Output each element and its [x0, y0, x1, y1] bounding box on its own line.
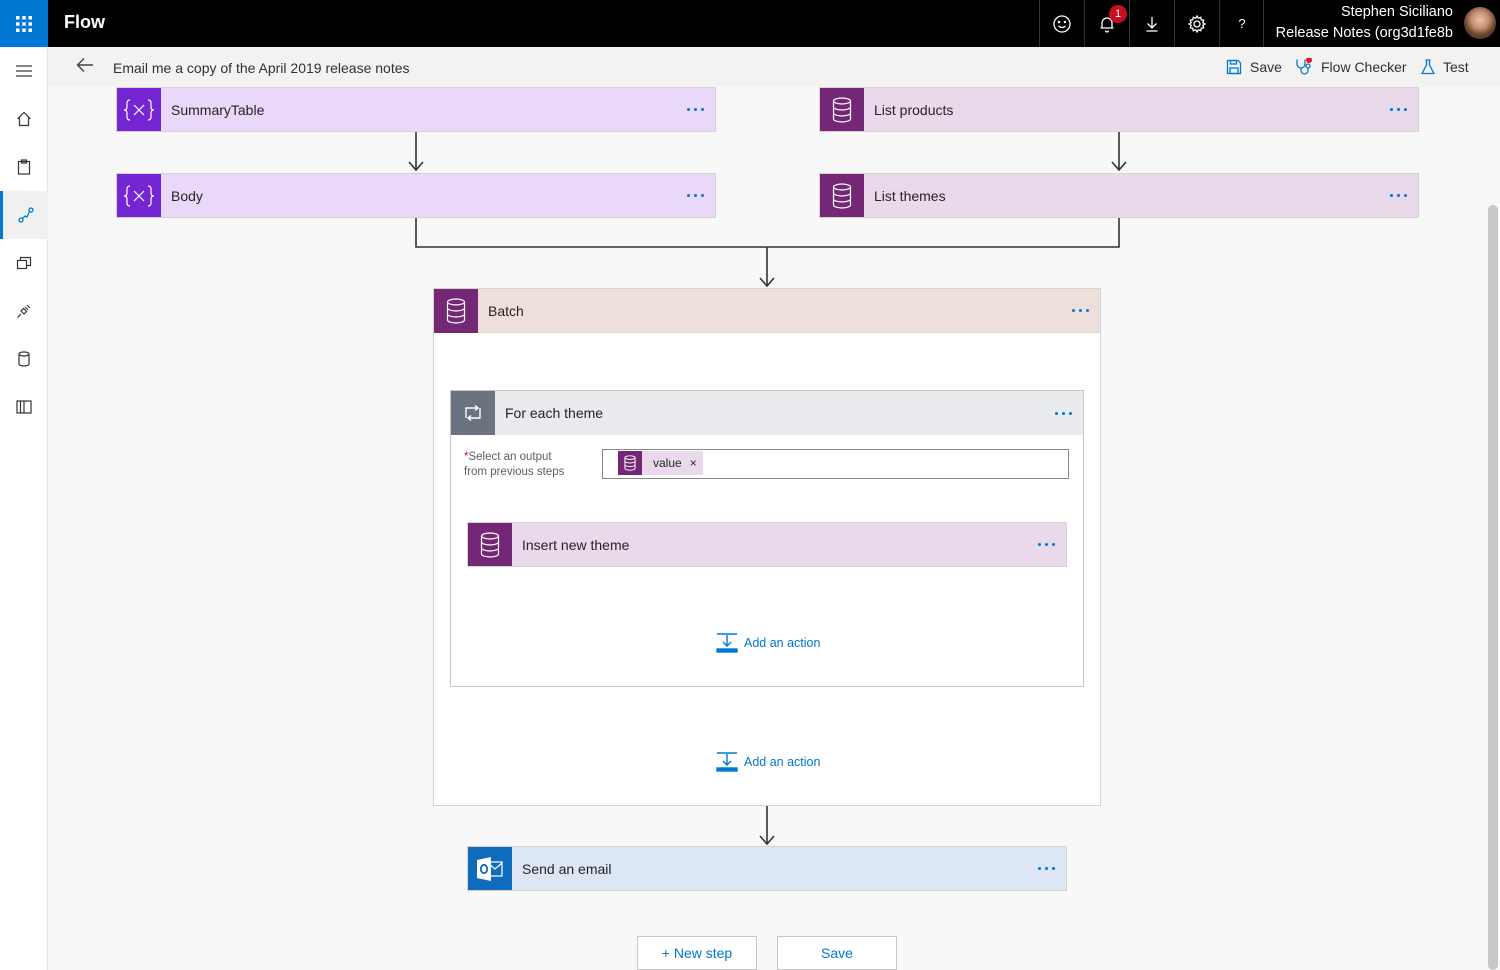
for-each-header[interactable]: For each theme — [451, 391, 1083, 435]
step-list-products[interactable]: List products — [819, 87, 1419, 132]
add-action-outer[interactable]: Add an action — [716, 752, 820, 772]
environment-name: Release Notes (org3d1fe8b — [1275, 25, 1453, 41]
book-icon — [16, 400, 32, 414]
step-send-an-email[interactable]: Send an email — [467, 846, 1067, 891]
save-icon — [1226, 59, 1242, 75]
flow-checker-label: Flow Checker — [1321, 59, 1407, 75]
flow-title: Email me a copy of the April 2019 releas… — [113, 60, 410, 76]
step-title: Body — [171, 187, 203, 204]
step-summarytable[interactable]: SummaryTable — [116, 87, 716, 132]
gear-icon — [1188, 14, 1206, 33]
variable-icon — [117, 174, 161, 217]
nav-templates[interactable] — [0, 239, 48, 287]
more-options-button[interactable] — [1378, 174, 1418, 217]
download-icon — [1146, 16, 1158, 32]
token-label: value — [653, 456, 682, 470]
variable-icon — [117, 88, 161, 131]
download-button[interactable] — [1129, 0, 1174, 47]
step-insert-new-theme[interactable]: Insert new theme — [467, 522, 1067, 567]
add-action-icon — [716, 752, 738, 772]
database-icon — [468, 523, 512, 566]
database-icon — [820, 88, 864, 131]
more-options-button[interactable] — [675, 174, 715, 217]
test-command-label: Test — [1443, 59, 1469, 75]
batch-header[interactable]: Batch — [434, 288, 1100, 333]
step-title: Insert new theme — [522, 536, 630, 553]
app-title[interactable]: Flow — [64, 12, 105, 33]
nav-home[interactable] — [0, 95, 48, 143]
flask-icon — [1421, 59, 1435, 75]
notification-badge: 1 — [1109, 5, 1127, 23]
flow-checker-command[interactable]: Flow Checker — [1295, 57, 1407, 77]
database-icon — [618, 451, 642, 475]
plug-icon — [17, 304, 31, 318]
waffle-icon — [16, 15, 32, 32]
dynamic-content-token[interactable]: value × — [618, 451, 703, 475]
step-title: Send an email — [522, 860, 612, 877]
step-title: Batch — [488, 302, 524, 319]
feedback-button[interactable] — [1039, 0, 1084, 47]
more-options-button[interactable] — [675, 88, 715, 131]
step-body[interactable]: Body — [116, 173, 716, 218]
top-bar: Flow 1 ? Stephen Siciliano Release Notes… — [0, 0, 1500, 47]
flow-icon — [17, 207, 34, 223]
add-action-label: Add an action — [744, 755, 821, 769]
nav-learn[interactable] — [0, 383, 48, 431]
vertical-scrollbar[interactable] — [1488, 205, 1498, 970]
help-button[interactable]: ? — [1219, 0, 1264, 47]
add-action-inner[interactable]: Add an action — [716, 633, 820, 653]
add-action-label: Add an action — [744, 636, 821, 650]
database-icon — [18, 351, 30, 367]
back-button[interactable] — [76, 57, 94, 78]
loop-icon — [451, 391, 495, 435]
database-icon — [434, 288, 478, 333]
app-launcher-button[interactable] — [0, 0, 48, 47]
database-icon — [820, 174, 864, 217]
avatar[interactable] — [1464, 7, 1496, 39]
left-navigation — [0, 47, 48, 970]
more-options-button[interactable] — [1026, 523, 1066, 566]
more-options-button[interactable] — [1043, 392, 1083, 435]
hamburger-icon — [16, 65, 32, 77]
stethoscope-icon — [1296, 58, 1312, 75]
step-list-themes[interactable]: List themes — [819, 173, 1419, 218]
command-bar: Email me a copy of the April 2019 releas… — [48, 47, 1500, 87]
select-output-input[interactable]: value × — [602, 449, 1069, 479]
more-options-button[interactable] — [1026, 847, 1066, 890]
user-name: Stephen Siciliano — [1340, 4, 1453, 20]
smiley-icon — [1053, 14, 1071, 33]
step-title: List products — [874, 101, 954, 118]
step-title: List themes — [874, 187, 946, 204]
remove-token-icon[interactable]: × — [690, 456, 697, 470]
outlook-icon — [468, 847, 512, 890]
settings-button[interactable] — [1174, 0, 1219, 47]
step-title: For each theme — [505, 405, 604, 421]
user-account[interactable]: Stephen Siciliano Release Notes (org3d1f… — [1263, 0, 1500, 47]
home-icon — [17, 111, 31, 127]
nav-connectors[interactable] — [0, 287, 48, 335]
nav-menu-toggle[interactable] — [0, 47, 48, 95]
add-action-icon — [716, 633, 738, 653]
more-options-button[interactable] — [1060, 289, 1100, 332]
save-command[interactable]: Save — [1226, 57, 1282, 77]
select-output-label: *Select an output from previous steps — [464, 451, 565, 478]
clipboard-icon — [17, 159, 31, 175]
save-button[interactable]: Save — [777, 936, 897, 970]
nav-action-items[interactable] — [0, 143, 48, 191]
notifications-button[interactable]: 1 — [1084, 0, 1129, 47]
nav-data[interactable] — [0, 335, 48, 383]
save-command-label: Save — [1250, 59, 1282, 75]
test-command[interactable]: Test — [1421, 57, 1469, 77]
templates-icon — [16, 256, 32, 270]
more-options-button[interactable] — [1378, 88, 1418, 131]
new-step-button[interactable]: + New step — [637, 936, 757, 970]
step-title: SummaryTable — [171, 101, 265, 118]
nav-my-flows[interactable] — [0, 191, 48, 239]
back-arrow-icon — [76, 58, 93, 72]
